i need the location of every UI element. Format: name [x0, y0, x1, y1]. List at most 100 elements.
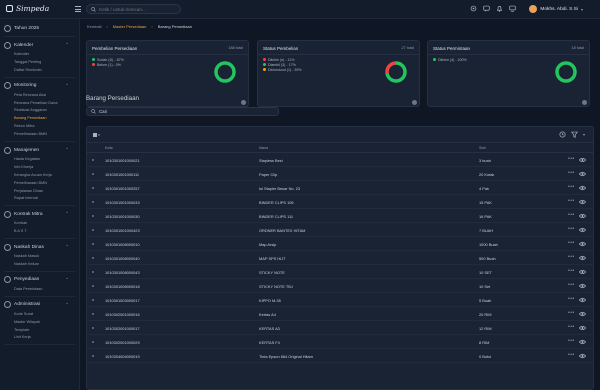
table-search[interactable] [86, 107, 279, 116]
view-eye-icon[interactable] [579, 157, 586, 163]
sidebar-item[interactable]: Kerangka Acuan Kerja [0, 172, 79, 180]
more-options-icon[interactable]: ••• [568, 226, 575, 232]
table-row[interactable]: 1010301001000030 BINDER CLIPS 111 16 PAK ••… [87, 209, 593, 223]
view-eye-icon[interactable] [579, 171, 586, 177]
table-row[interactable]: 1010301001000423 ORDNER BANTEX HITAM 7 BUA… [87, 223, 593, 237]
settings-icon[interactable] [470, 5, 477, 12]
info-icon[interactable] [582, 100, 587, 105]
table-row[interactable]: 1010301001000021 Stapless Besi 3 buah ••• [87, 153, 593, 167]
sidebar-item[interactable]: Pemeliharaan BMN [0, 131, 79, 139]
table-row[interactable]: 1010302001000029 KERTAS F4 8 RIM ••• [87, 335, 593, 349]
table-row[interactable]: 1010301001000111 Paper Clip 20 Kotak ••• [87, 167, 593, 181]
table-row[interactable]: 1010301008000018 STICKY NOTE TBJ 10 Set ••• [87, 279, 593, 293]
more-options-icon[interactable]: ••• [568, 310, 575, 316]
info-icon[interactable] [241, 100, 246, 105]
column-header-stok[interactable]: Stok [479, 146, 486, 150]
table-search-input[interactable] [99, 109, 269, 114]
sidebar-item[interactable]: Info Kinerja [0, 164, 79, 172]
sidebar-group[interactable]: Kalender ⌃ [0, 39, 79, 51]
table-row[interactable]: 1010301008000043 STICKY NOTE 10 SET ••• [87, 265, 593, 279]
more-options-icon[interactable]: ••• [568, 338, 575, 344]
sidebar-item[interactable]: Barang Persediaan [0, 115, 79, 123]
column-header-kode[interactable]: Kode [105, 146, 113, 150]
global-search[interactable] [86, 4, 181, 14]
chat-icon[interactable] [483, 5, 490, 12]
notification-bell-icon[interactable] [496, 5, 503, 12]
view-eye-icon[interactable] [579, 255, 586, 261]
menu-toggle-icon[interactable] [75, 6, 81, 12]
view-eye-icon[interactable] [579, 297, 586, 303]
sidebar-item[interactable]: Realisasi Anggaran [0, 107, 79, 115]
sidebar-group[interactable]: Kontrak Mitra ⌃ [0, 208, 79, 220]
sidebar-item[interactable]: Tanggal Penting [0, 59, 79, 67]
more-options-icon[interactable]: ••• [568, 296, 575, 302]
view-eye-icon[interactable] [579, 185, 586, 191]
breadcrumb-section[interactable]: Master Persediaan [113, 24, 147, 29]
more-options-icon[interactable]: ••• [568, 184, 575, 190]
sidebar-item[interactable]: Rekon Mitra [0, 123, 79, 131]
filter-icon[interactable] [570, 131, 578, 138]
sidebar-item[interactable]: Kalender [0, 51, 79, 59]
view-eye-icon[interactable] [579, 311, 586, 317]
more-options-icon[interactable]: ••• [568, 198, 575, 204]
sidebar-group[interactable]: Penyediaan ⌃ [0, 274, 79, 286]
sidebar-item[interactable]: Perjalanan Dinas [0, 188, 79, 196]
more-options-icon[interactable]: ••• [568, 282, 575, 288]
more-options-icon[interactable]: ••• [568, 352, 575, 358]
info-icon[interactable] [412, 100, 417, 105]
table-row[interactable]: 1010301001000257 Isi Stapler Besar No. 23… [87, 181, 593, 195]
view-eye-icon[interactable] [579, 199, 586, 205]
sidebar-item[interactable]: Peta Rencana Aksi [0, 92, 79, 100]
table-row[interactable]: 1010301008000040 MAP SPS HIJT 500 Buah ••• [87, 251, 593, 265]
sidebar-item[interactable]: Hasta Kegiatan [0, 156, 79, 164]
sidebar-item[interactable]: Rencana Penarikan Dana [0, 100, 79, 108]
sidebar-item[interactable]: Template [0, 327, 79, 335]
table-row[interactable]: 1010301003000017 KIPPO M-35 5 Buah ••• [87, 293, 593, 307]
sidebar-item[interactable]: Unit Kerja [0, 334, 79, 342]
table-row[interactable]: 1010301001000033 BINDER CLIPS 105 15 PAK ••… [87, 195, 593, 209]
monitor-icon[interactable] [509, 5, 516, 12]
sidebar-item[interactable]: Kontrak [0, 220, 79, 228]
view-eye-icon[interactable] [579, 227, 586, 233]
sidebar-group[interactable]: Administrasi ⌃ [0, 299, 79, 311]
view-eye-icon[interactable] [579, 213, 586, 219]
sidebar-item[interactable]: Master Wilayah [0, 319, 79, 327]
view-eye-icon[interactable] [579, 339, 586, 345]
global-search-input[interactable] [99, 6, 179, 12]
view-eye-icon[interactable] [579, 353, 586, 359]
sidebar-item[interactable]: Naskah Masuk [0, 253, 79, 261]
view-eye-icon[interactable] [579, 283, 586, 289]
breadcrumb-home[interactable]: Kembali [87, 24, 101, 29]
table-row[interactable]: 1010302001000017 KERTAS A3 12 RIM ••• [87, 321, 593, 335]
sidebar-item[interactable]: Naskah Keluar [0, 261, 79, 269]
sidebar-group[interactable]: Naskah Dinas ⌃ [0, 241, 79, 253]
sidebar-group[interactable]: Manajemen ⌃ [0, 144, 79, 156]
table-row[interactable]: 1010304004000019 Tinta Epson 664 Original… [87, 349, 593, 363]
bulk-select-icon[interactable] [93, 132, 101, 138]
table-row[interactable]: 1010302001000016 Kertas A4 20 RIM ••• [87, 307, 593, 321]
more-options-icon[interactable]: ••• [568, 156, 575, 162]
chevron-down-icon[interactable]: ▾ [583, 132, 585, 137]
sidebar-year[interactable]: Tahun 2025 [0, 22, 79, 34]
more-options-icon[interactable]: ••• [568, 254, 575, 260]
view-eye-icon[interactable] [579, 269, 586, 275]
history-icon[interactable] [559, 131, 566, 138]
sidebar-item[interactable]: Rapat Internal [0, 195, 79, 203]
app-logo[interactable]: Simpeda [6, 4, 49, 13]
column-header-nama[interactable]: Nama [259, 146, 268, 150]
view-eye-icon[interactable] [579, 325, 586, 331]
view-eye-icon[interactable] [579, 241, 586, 247]
sidebar-item[interactable]: Pemeliharaan BMN [0, 180, 79, 188]
user-menu[interactable]: Mokhs. Abdi. S.Si ▾ [529, 5, 583, 13]
sidebar-group[interactable]: Monitoring ⌃ [0, 80, 79, 92]
sidebar-item[interactable]: Data Permintaan [0, 286, 79, 294]
sidebar-item[interactable]: B A S T [0, 228, 79, 236]
more-options-icon[interactable]: ••• [568, 324, 575, 330]
more-options-icon[interactable]: ••• [568, 240, 575, 246]
more-options-icon[interactable]: ••• [568, 212, 575, 218]
more-options-icon[interactable]: ••• [568, 170, 575, 176]
table-row[interactable]: 1010301008000010 Map Arsip 1000 Buah ••• [87, 237, 593, 251]
more-options-icon[interactable]: ••• [568, 268, 575, 274]
sidebar-item[interactable]: Daftar Reminder [0, 67, 79, 75]
sidebar-item[interactable]: Kode Surat [0, 311, 79, 319]
